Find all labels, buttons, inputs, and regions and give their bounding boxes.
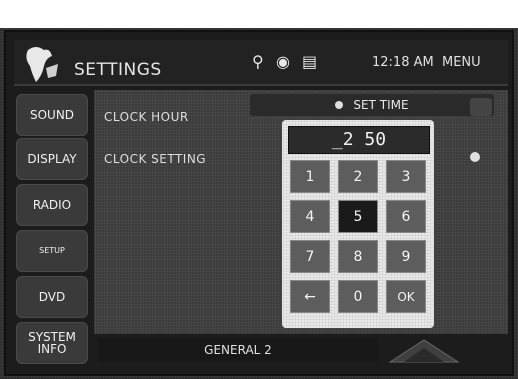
time-display: _2 50 (288, 126, 430, 154)
ok-key[interactable]: OK (386, 280, 426, 313)
device-icon: ▤ (302, 52, 318, 71)
sidebar-item-system-info[interactable]: SYSTEM INFO (16, 322, 88, 364)
clock-display: 12:18 AM (372, 55, 434, 70)
top-strip (0, 0, 518, 28)
usb-icon: ⚲ (252, 52, 264, 71)
sidebar-item-radio[interactable]: RADIO (16, 184, 88, 226)
page-title: SETTINGS (74, 60, 162, 80)
sidebar-item-label-line2: INFO (37, 342, 67, 356)
key-8[interactable]: 8 (338, 240, 378, 273)
key-0[interactable]: 0 (338, 280, 378, 313)
key-9[interactable]: 9 (386, 240, 426, 273)
sidebar-item-label: DISPLAY (27, 152, 77, 166)
key-7[interactable]: 7 (290, 240, 330, 273)
clock-hour-label[interactable]: CLOCK HOUR (104, 110, 189, 124)
set-time-title: SET TIME (353, 98, 409, 112)
indicator-dot-icon (470, 152, 480, 162)
clock-setting-label[interactable]: CLOCK SETTING (104, 152, 206, 166)
dot-icon (335, 101, 344, 109)
key-5[interactable]: 5 (338, 200, 378, 233)
sidebar-item-label: SETUP (39, 246, 65, 255)
key-4[interactable]: 4 (290, 200, 330, 233)
key-1[interactable]: 1 (290, 160, 330, 193)
sidebar-item-label: DVD (38, 290, 66, 304)
key-3[interactable]: 3 (386, 160, 426, 193)
brand-logo-icon (26, 47, 58, 82)
key-2[interactable]: 2 (338, 160, 378, 193)
sidebar-item-display[interactable]: DISPLAY (16, 138, 88, 180)
set-time-header: SET TIME (250, 94, 494, 116)
scroll-up-arrow-icon[interactable] (386, 334, 508, 364)
menu-button[interactable]: MENU (442, 55, 481, 70)
backspace-key[interactable]: ← (290, 280, 330, 313)
close-icon[interactable] (470, 98, 492, 116)
sidebar-item-sound[interactable]: SOUND (16, 94, 88, 136)
page-indicator: GENERAL 2 (98, 338, 378, 362)
sidebar-item-label: SOUND (29, 108, 75, 122)
key-6[interactable]: 6 (386, 200, 426, 233)
sidebar-item-dvd[interactable]: DVD (16, 276, 88, 318)
disc-icon: ◉ (276, 52, 290, 71)
sidebar-item-setup[interactable]: SETUP (16, 230, 88, 272)
sidebar-item-label: RADIO (32, 198, 72, 212)
